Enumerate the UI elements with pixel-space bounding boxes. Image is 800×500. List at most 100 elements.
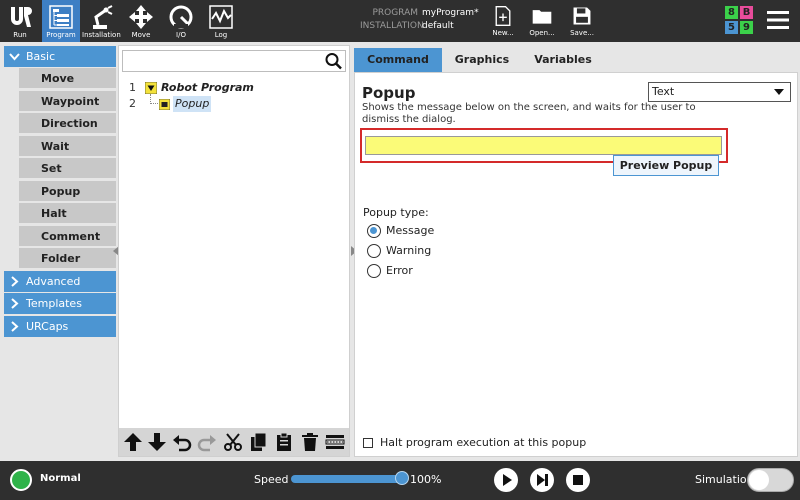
installation-key: INSTALLATION	[360, 21, 424, 31]
io-gauge-icon	[169, 5, 193, 29]
step-forward-icon	[537, 474, 548, 486]
installation-tab-label: Installation	[82, 31, 121, 39]
nav-category-basic[interactable]: Basic	[4, 46, 116, 67]
nav-category-urcaps[interactable]: URCaps	[4, 316, 116, 337]
radio-warning-label: Warning	[386, 244, 432, 257]
search-icon[interactable]	[321, 51, 345, 71]
open-file-button[interactable]: Open...	[528, 0, 556, 42]
installation-tab-button[interactable]: Installation	[82, 0, 121, 42]
play-button[interactable]	[494, 468, 518, 492]
badge-top-left: 8	[725, 6, 738, 19]
move-down-icon[interactable]	[147, 432, 167, 452]
nav-item-set[interactable]: Set	[19, 158, 116, 179]
speed-slider-track[interactable]	[291, 475, 403, 483]
robot-status-indicator[interactable]	[10, 469, 32, 491]
tree-row-popup[interactable]: 2 Popup	[119, 96, 349, 112]
nav-item-move[interactable]: Move	[19, 68, 116, 89]
toggle-knob	[749, 470, 769, 490]
nav-item-wait[interactable]: Wait	[19, 136, 116, 157]
chevron-right-icon	[11, 276, 19, 287]
program-tree-icon	[49, 5, 73, 29]
cut-icon[interactable]	[223, 432, 243, 452]
dropdown-arrow-icon	[774, 89, 784, 95]
popup-node-icon	[159, 99, 170, 110]
nav-category-templates[interactable]: Templates	[4, 293, 116, 314]
move-tab-button[interactable]: Move	[122, 0, 160, 42]
tree-node-label: Popup	[173, 96, 212, 112]
step-button[interactable]	[530, 468, 554, 492]
nav-item-label: Halt	[41, 207, 67, 220]
robot-status-text: Normal	[40, 473, 81, 484]
chevron-right-icon	[11, 321, 19, 332]
node-tabs: Command Graphics Variables	[354, 48, 798, 72]
nav-item-label: Wait	[41, 140, 70, 153]
nav-item-halt[interactable]: Halt	[19, 203, 116, 224]
nav-item-label: Waypoint	[41, 95, 100, 108]
stop-icon	[573, 475, 583, 485]
program-name: myProgram*	[422, 8, 479, 18]
redo-icon[interactable]	[197, 432, 217, 452]
radio-message-label: Message	[386, 224, 435, 237]
nav-item-folder[interactable]: Folder	[19, 248, 116, 269]
tree-line-number: 2	[129, 97, 136, 110]
nav-item-comment[interactable]: Comment	[19, 226, 116, 247]
radio-unselected-icon[interactable]	[367, 244, 381, 258]
popup-source-dropdown[interactable]: Text	[648, 82, 791, 102]
tree-node-label: Robot Program	[161, 81, 254, 94]
undo-icon[interactable]	[172, 432, 192, 452]
radio-selected-icon[interactable]	[367, 224, 381, 238]
log-tab-button[interactable]: Log	[202, 0, 240, 42]
delete-icon[interactable]	[300, 432, 320, 452]
popup-description: Shows the message below on the screen, a…	[362, 102, 696, 125]
nav-item-waypoint[interactable]: Waypoint	[19, 91, 116, 112]
nav-item-direction[interactable]: Direction	[19, 113, 116, 134]
tree-row-robot-program[interactable]: 1 Robot Program	[119, 80, 349, 96]
stop-button[interactable]	[566, 468, 590, 492]
speed-slider-handle[interactable]	[395, 471, 409, 485]
simulation-label: Simulation	[695, 473, 754, 486]
play-icon	[503, 474, 512, 486]
nav-item-popup[interactable]: Popup	[19, 181, 116, 202]
io-tab-label: I/O	[176, 31, 186, 39]
popup-type-label: Popup type:	[363, 206, 429, 219]
nav-category-advanced[interactable]: Advanced	[4, 271, 116, 292]
nav-category-templates-label: Templates	[26, 297, 82, 310]
chevron-right-icon	[11, 298, 19, 309]
save-file-button[interactable]: Save...	[568, 0, 596, 42]
log-tab-label: Log	[214, 31, 228, 39]
tree-search-input[interactable]	[125, 52, 321, 70]
nav-category-basic-label: Basic	[26, 50, 56, 63]
radio-error-label: Error	[386, 264, 413, 277]
program-tree-panel: 1 Robot Program 2 Popup	[118, 45, 350, 457]
move-tab-label: Move	[131, 31, 151, 39]
save-icon	[573, 7, 591, 25]
badge-bottom-right: 9	[740, 21, 753, 34]
program-tab-button[interactable]: Program	[42, 0, 80, 42]
simulation-toggle[interactable]	[747, 468, 794, 492]
run-tab-button[interactable]: Run	[0, 0, 40, 42]
tab-graphics[interactable]: Graphics	[442, 48, 522, 72]
suppress-icon[interactable]	[325, 432, 345, 452]
new-file-button[interactable]: New...	[490, 0, 516, 42]
speed-label: Speed	[254, 473, 289, 486]
paste-icon[interactable]	[274, 432, 294, 452]
radio-unselected-icon[interactable]	[367, 264, 381, 278]
tab-command[interactable]: Command	[354, 48, 442, 72]
move-up-icon[interactable]	[123, 432, 143, 452]
copy-icon[interactable]	[249, 432, 269, 452]
status-footer: Normal Speed 100% Simulation	[0, 461, 800, 500]
halt-checkbox[interactable]	[363, 438, 373, 448]
nav-item-label: Folder	[41, 252, 81, 265]
hamburger-menu-button[interactable]	[765, 9, 791, 31]
popup-message-input[interactable]	[365, 136, 722, 155]
io-tab-button[interactable]: I/O	[162, 0, 200, 42]
preview-popup-button[interactable]: Preview Popup	[613, 155, 719, 176]
page-title: Popup	[362, 84, 416, 102]
collapse-triangle-icon[interactable]	[145, 82, 157, 94]
tab-variables[interactable]: Variables	[522, 48, 604, 72]
nav-item-label: Direction	[41, 117, 98, 130]
tree-search-box[interactable]	[122, 50, 346, 72]
halt-checkbox-label: Halt program execution at this popup	[380, 436, 587, 449]
badge-bottom-left: 5	[725, 21, 738, 34]
nav-item-label: Set	[41, 162, 62, 175]
